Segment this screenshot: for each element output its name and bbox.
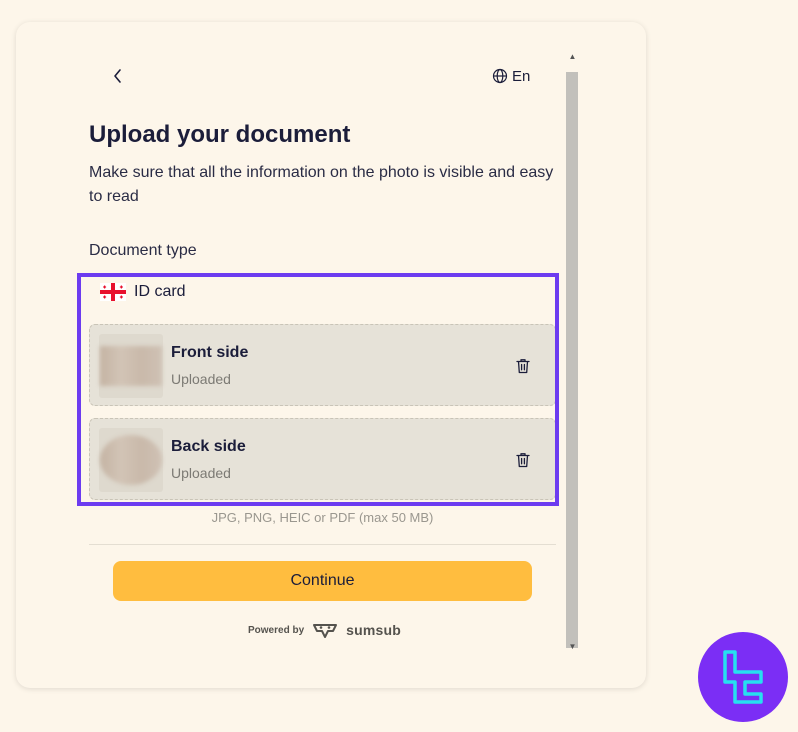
chevron-left-icon [114,69,121,83]
scrollbar[interactable]: ▲ ▼ [565,48,580,658]
powered-by-label: Powered by [248,624,305,636]
scrollbar-thumb[interactable] [566,72,578,648]
divider [89,544,556,545]
scroll-up-arrow-icon[interactable]: ▲ [565,50,580,64]
page-subtitle: Make sure that all the information on th… [89,164,554,205]
globe-icon [492,68,508,84]
file-formats-hint: JPG, PNG, HEIC or PDF (max 50 MB) [211,510,434,525]
sumsub-logo-icon [313,624,338,638]
brand-logo-icon [723,650,763,704]
language-selector[interactable]: En [492,66,530,86]
scroll-down-arrow-icon[interactable]: ▼ [565,640,580,654]
continue-button[interactable]: Continue [113,561,532,601]
highlight-annotation [77,273,559,506]
corner-brand-logo [698,632,788,722]
language-label: En [512,67,531,85]
page-title: Upload your document [89,121,351,148]
back-button[interactable] [106,64,130,88]
powered-by-footer: Powered by sumsub [248,620,401,640]
sumsub-brand: sumsub [346,622,402,638]
document-type-label: Document type [89,242,197,259]
